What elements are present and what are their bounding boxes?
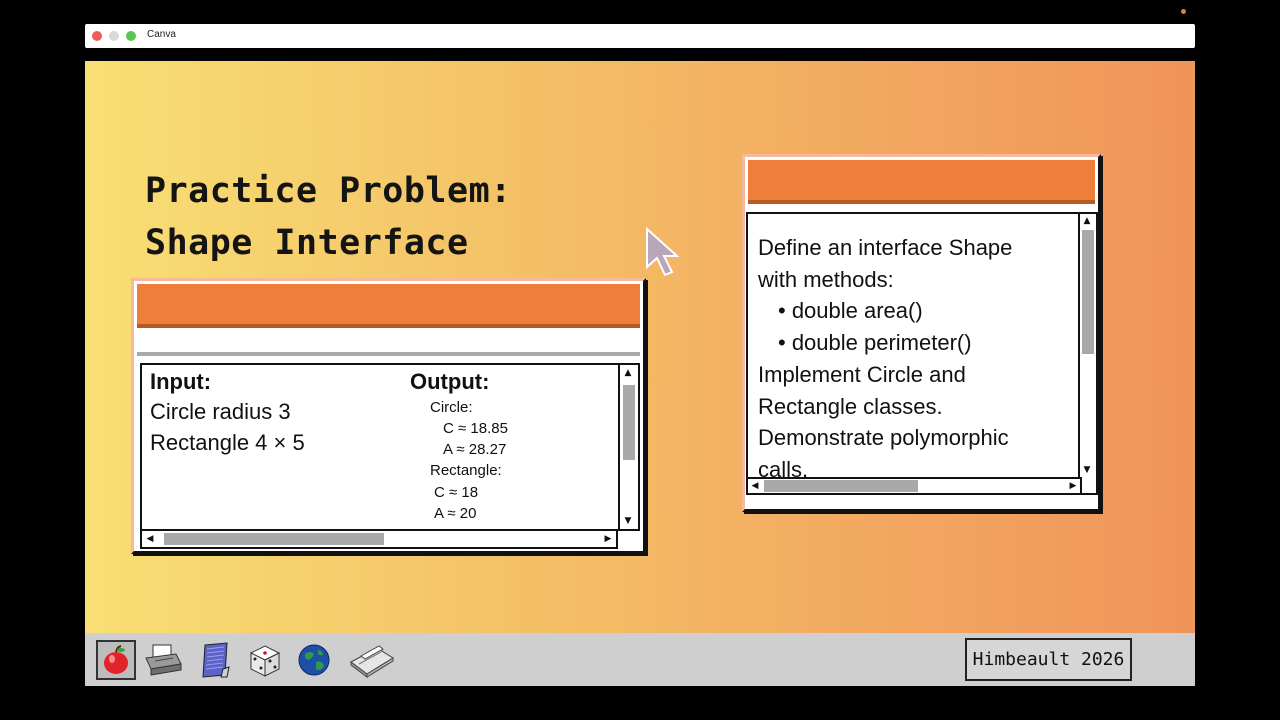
scroll-up-arrow-icon[interactable]: ▲ [620, 365, 636, 381]
slide-title-line-1: Practice Problem: [145, 171, 512, 211]
output-line: Circle: [430, 399, 473, 416]
output-line: A ≈ 28.27 [443, 441, 507, 458]
task-line: Rectangle classes. [758, 394, 943, 419]
task-horizontal-scroll-thumb[interactable] [764, 480, 918, 492]
apple-icon[interactable] [96, 640, 136, 680]
task-bullet: • double area() [778, 298, 923, 323]
task-horizontal-scrollbar[interactable]: ◀ ▶ [748, 477, 1082, 495]
task-vertical-scroll-thumb[interactable] [1082, 230, 1094, 354]
window-title: Canva [147, 29, 176, 40]
minimize-window-button[interactable] [109, 31, 119, 41]
slide-title-line-2: Shape Interface [145, 223, 469, 263]
io-window-titlebar[interactable] [137, 284, 640, 328]
scanner-icon[interactable] [347, 640, 397, 680]
dice-icon[interactable] [245, 640, 285, 680]
output-line: Rectangle: [430, 462, 502, 479]
notification-dot [1181, 9, 1186, 14]
output-line: A ≈ 20 [434, 505, 477, 522]
task-line: Demonstrate polymorphic [758, 425, 1009, 450]
task-line: Implement Circle and [758, 362, 966, 387]
notepad-icon[interactable] [195, 640, 235, 680]
globe-icon[interactable] [294, 640, 334, 680]
output-heading: Output: [410, 369, 490, 394]
scroll-right-arrow-icon[interactable]: ▶ [1066, 479, 1080, 493]
scroll-right-arrow-icon[interactable]: ▶ [600, 531, 616, 547]
io-horizontal-scroll-thumb[interactable] [164, 533, 384, 545]
task-window-titlebar[interactable] [748, 160, 1095, 204]
scroll-left-arrow-icon[interactable]: ◀ [748, 479, 762, 493]
io-window-toolbar [137, 332, 640, 356]
slide-title: Practice Problem: Shape Interface [145, 165, 512, 269]
slide-canvas: Practice Problem: Shape Interface Input:… [85, 61, 1195, 633]
output-line: C ≈ 18.85 [443, 420, 508, 437]
task-line: Define an interface Shape [758, 235, 1013, 260]
scroll-down-arrow-icon[interactable]: ▼ [620, 513, 636, 529]
io-vertical-scroll-thumb[interactable] [623, 385, 635, 460]
mouse-cursor-icon [646, 227, 679, 277]
output-line: C ≈ 18 [434, 484, 479, 501]
credit-label: Himbeault 2026 [965, 638, 1132, 681]
io-window: Input: Circle radius 3 Rectangle 4 × 5 O… [131, 278, 646, 554]
io-vertical-scrollbar[interactable]: ▲ ▼ [618, 365, 638, 529]
input-line: Rectangle 4 × 5 [150, 430, 305, 455]
close-window-button[interactable] [92, 31, 102, 41]
io-horizontal-scrollbar[interactable]: ◀ ▶ [140, 529, 618, 549]
browser-titlebar: Canva [85, 24, 1195, 48]
input-line: Circle radius 3 [150, 399, 291, 424]
printer-icon[interactable] [143, 640, 183, 680]
scroll-down-arrow-icon[interactable]: ▼ [1080, 463, 1094, 477]
task-vertical-scrollbar[interactable]: ▲ ▼ [1078, 214, 1096, 477]
task-window: Define an interface Shape with methods: … [742, 154, 1101, 512]
task-line: with methods: [758, 267, 894, 292]
taskbar: Himbeault 2026 [85, 633, 1195, 686]
scroll-up-arrow-icon[interactable]: ▲ [1080, 214, 1094, 228]
input-heading: Input: [150, 369, 212, 394]
maximize-window-button[interactable] [126, 31, 136, 41]
task-window-content: Define an interface Shape with methods: … [746, 212, 1098, 495]
io-window-content: Input: Circle radius 3 Rectangle 4 × 5 O… [140, 363, 640, 531]
task-bullet: • double perimeter() [778, 330, 972, 355]
scroll-left-arrow-icon[interactable]: ◀ [142, 531, 158, 547]
